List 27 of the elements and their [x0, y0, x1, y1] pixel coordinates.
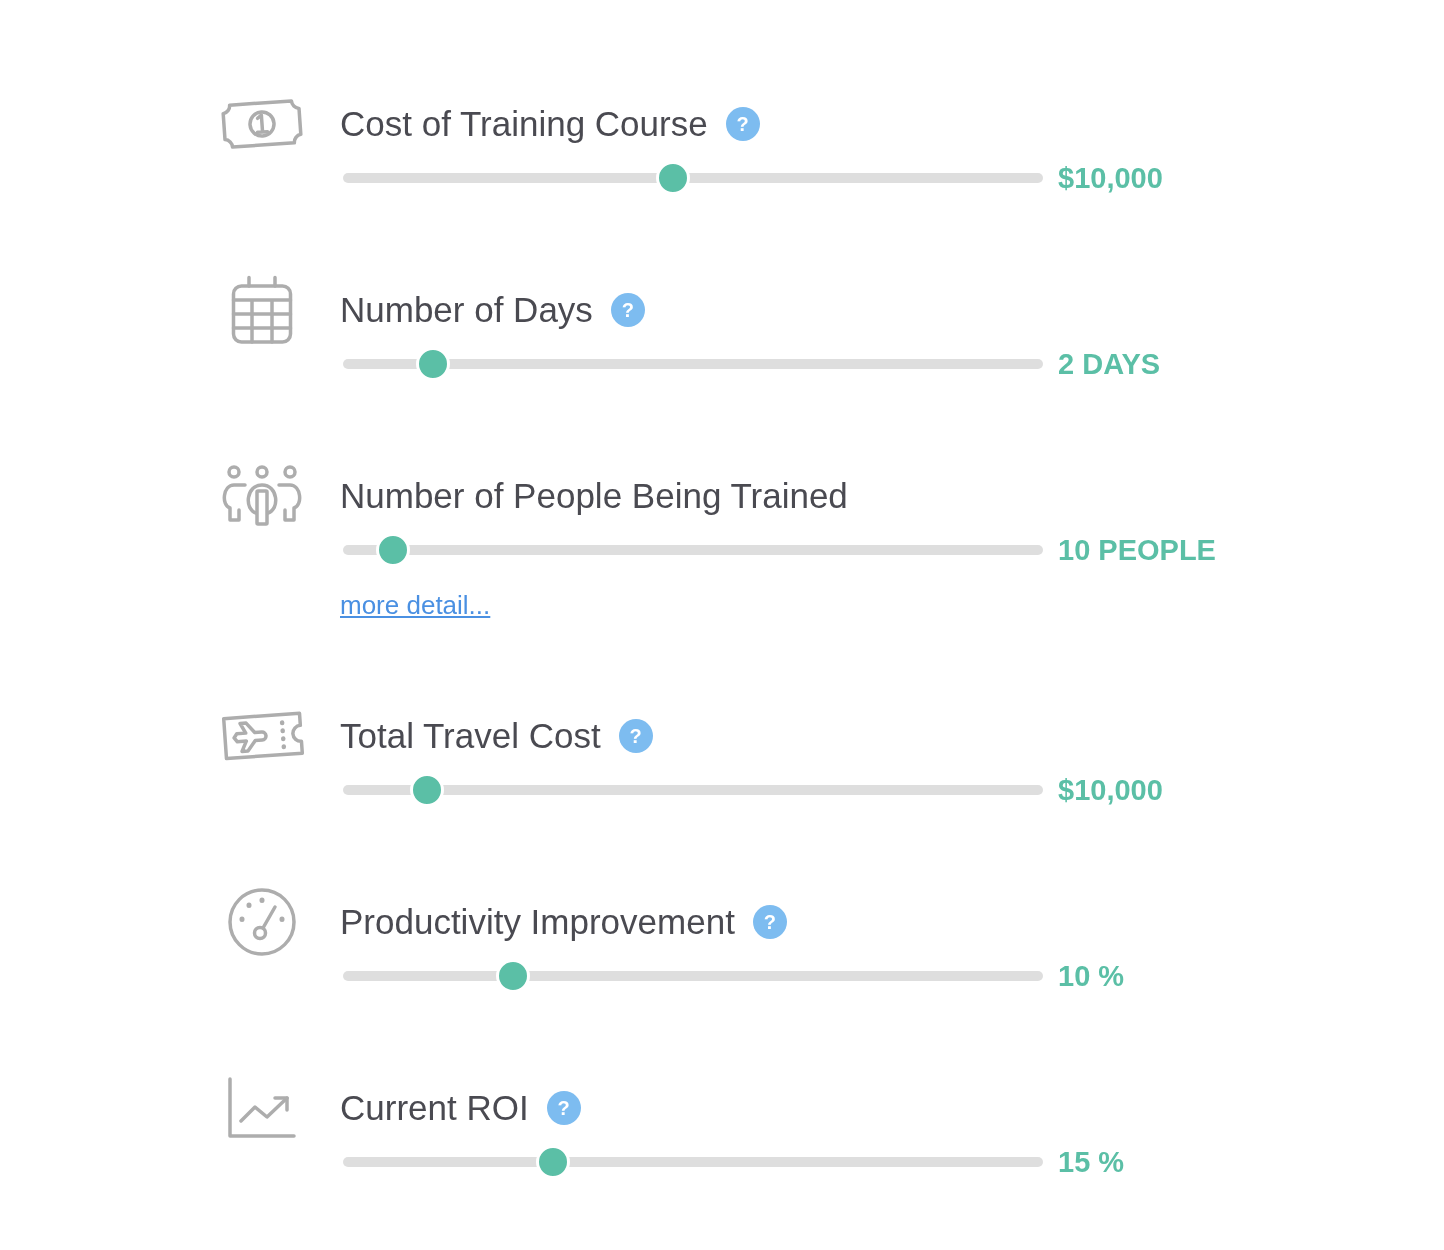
slider-track[interactable]: [343, 773, 1043, 807]
field-label: Cost of Training Course: [340, 103, 708, 145]
help-button[interactable]: ?: [610, 293, 645, 327]
help-button[interactable]: ?: [725, 107, 760, 141]
help-button[interactable]: ?: [752, 905, 787, 939]
slider-value: 10 PEOPLE: [1058, 533, 1216, 567]
slider-value: $10,000: [1058, 161, 1163, 195]
slider-value: 15 %: [1058, 1145, 1125, 1179]
slider-track[interactable]: [343, 347, 1043, 381]
slider-track[interactable]: [343, 161, 1043, 195]
slider-value: $10,000: [1058, 773, 1163, 807]
field-label: Total Travel Cost: [340, 715, 601, 757]
calendar-icon: [231, 275, 293, 345]
help-button[interactable]: ?: [546, 1091, 581, 1125]
slider-track[interactable]: [343, 1145, 1043, 1179]
field-label: Number of Days: [340, 289, 593, 331]
more-detail-link[interactable]: more detail...: [340, 589, 491, 621]
field-label: Number of People Being Trained: [340, 475, 848, 517]
slider-value: 2 DAYS: [1058, 347, 1161, 381]
trend-chart-icon: [227, 1077, 297, 1139]
field-label: Current ROI: [340, 1087, 529, 1129]
slider-value: 10 %: [1058, 959, 1125, 993]
slider-track[interactable]: [343, 533, 1043, 567]
slider-track[interactable]: [343, 959, 1043, 993]
gauge-icon: [227, 887, 297, 957]
help-button[interactable]: ?: [618, 719, 653, 753]
field-label: Productivity Improvement: [340, 901, 735, 943]
